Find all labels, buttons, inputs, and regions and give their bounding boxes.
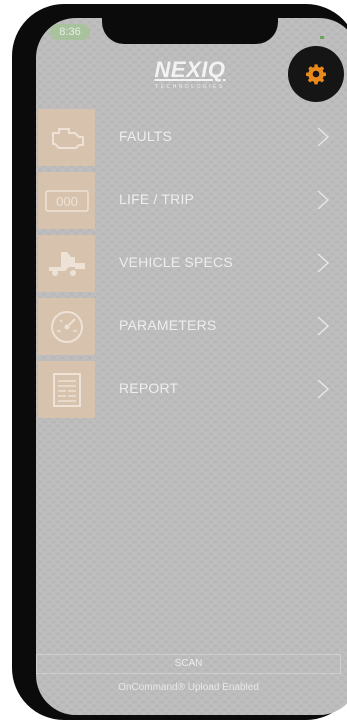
menu-label-report: REPORT	[119, 380, 179, 396]
oncommand-status: OnCommand® Upload Enabled	[118, 682, 259, 693]
menu-item-parameters[interactable]: PARAMETERS	[36, 295, 346, 358]
engine-icon	[51, 127, 84, 149]
parameters-tile	[38, 298, 95, 355]
odometer-icon: 000	[44, 189, 89, 212]
truck-icon	[48, 251, 85, 276]
chevron-right-icon	[317, 190, 330, 210]
menu-item-report[interactable]: REPORT	[36, 358, 346, 421]
gauge-icon	[50, 310, 83, 343]
phone-notch	[102, 4, 278, 44]
menu-label-life-trip: LIFE / TRIP	[119, 191, 195, 207]
nexiq-logo: NEXIQ TECHNOLOGIES	[142, 58, 238, 92]
menu-label-parameters: PARAMETERS	[119, 317, 217, 333]
faults-tile	[38, 109, 95, 166]
chevron-right-icon	[317, 379, 330, 399]
scan-button[interactable]: SCAN	[36, 654, 341, 674]
menu-label-vehicle-specs: VEHICLE SPECS	[119, 254, 233, 270]
logo-wordmark: NEXIQ	[154, 57, 226, 82]
main-menu: FAULTS 000 LIFE / TRIP VEHICLE SPECS PAR…	[36, 106, 346, 421]
report-icon	[52, 372, 81, 407]
signal-indicator	[320, 36, 324, 39]
logo-subtitle: TECHNOLOGIES	[155, 84, 225, 90]
settings-button[interactable]	[288, 46, 344, 102]
gear-icon	[306, 64, 326, 85]
menu-item-life-trip[interactable]: 000 LIFE / TRIP	[36, 169, 346, 232]
life-trip-tile: 000	[38, 172, 95, 229]
menu-item-faults[interactable]: FAULTS	[36, 106, 346, 169]
status-time: 8:36	[50, 24, 90, 40]
menu-label-faults: FAULTS	[119, 128, 173, 144]
vehicle-specs-tile	[38, 235, 95, 292]
chevron-right-icon	[317, 253, 330, 273]
report-tile	[38, 361, 95, 418]
menu-item-vehicle-specs[interactable]: VEHICLE SPECS	[36, 232, 346, 295]
odometer-digits: 000	[56, 194, 78, 209]
chevron-right-icon	[317, 127, 330, 147]
chevron-right-icon	[317, 316, 330, 336]
